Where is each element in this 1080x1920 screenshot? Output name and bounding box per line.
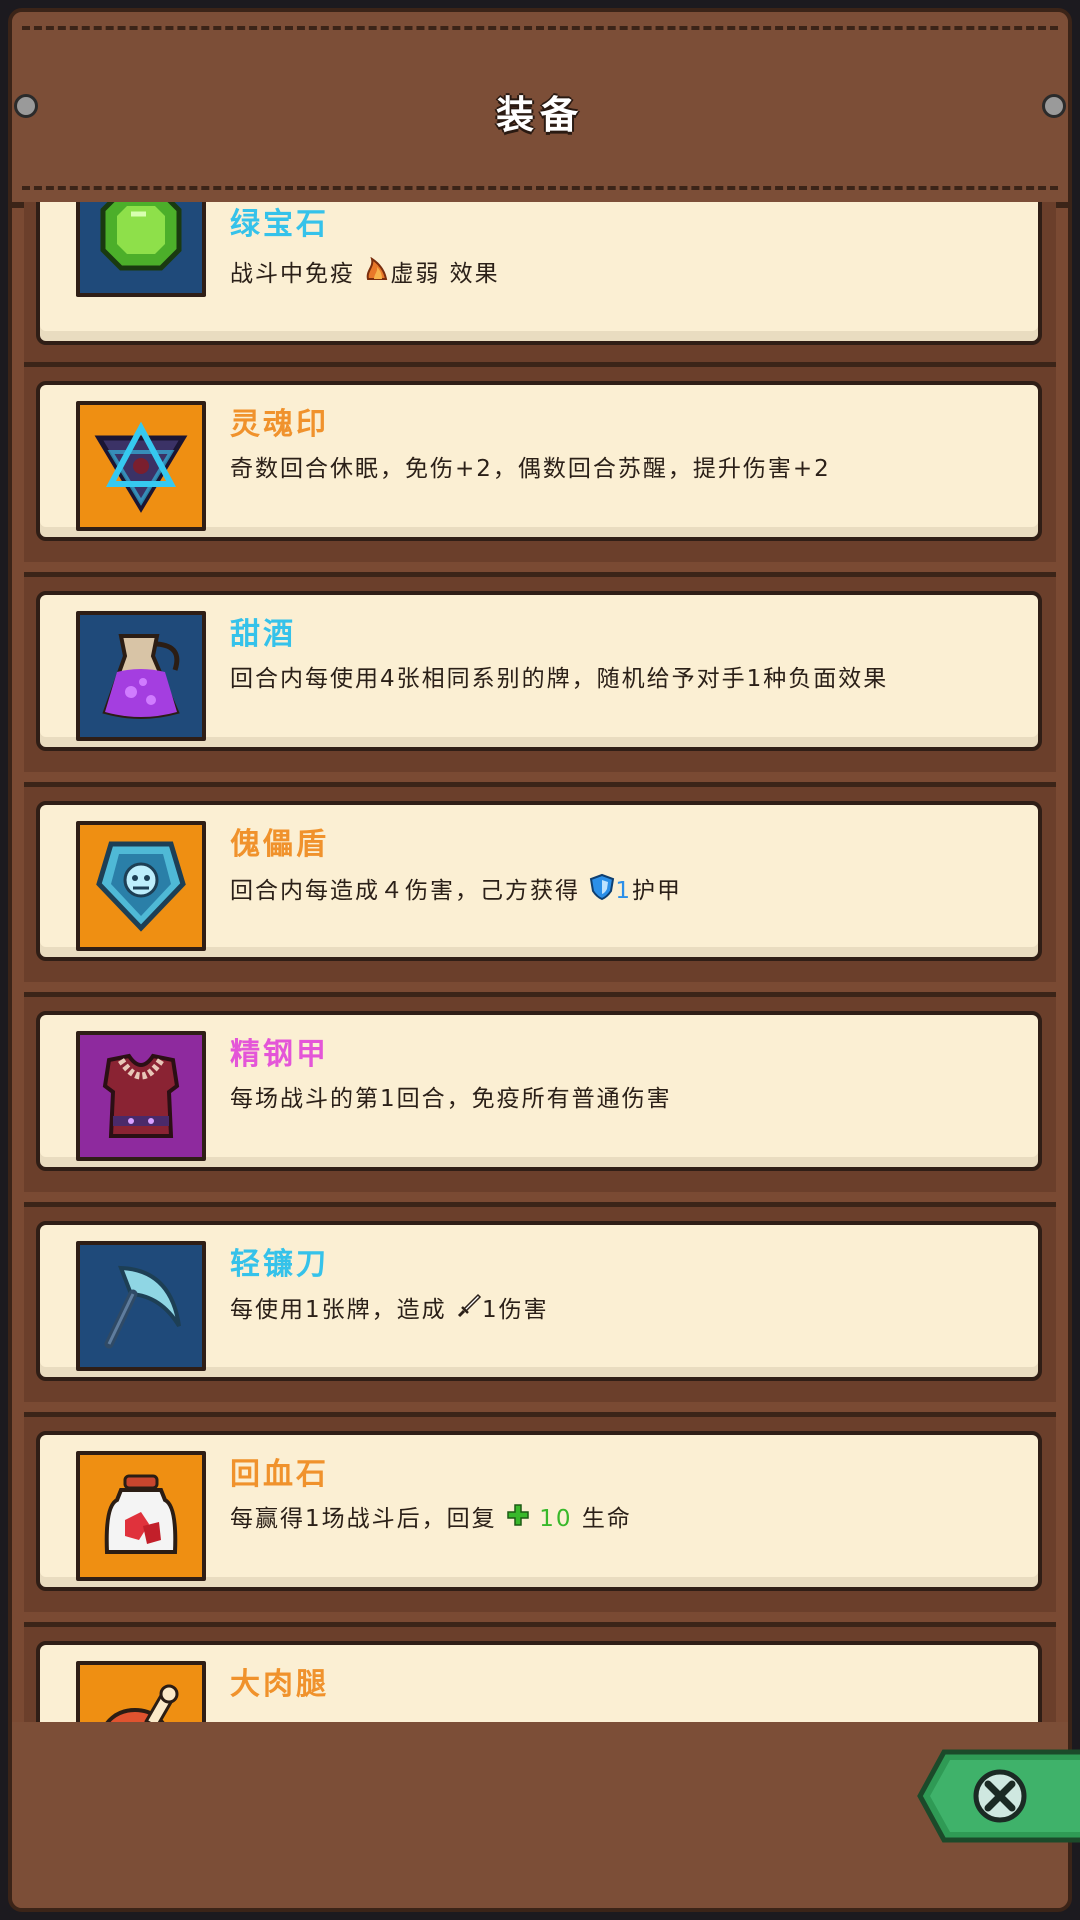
- item-description: 每使用1张牌，造成 1伤害: [230, 1293, 930, 1328]
- item-name: 轻镰刀: [230, 1247, 329, 1282]
- weak-flame-icon: [364, 256, 390, 292]
- sword-damage-icon: [456, 1293, 482, 1328]
- list-item[interactable]: 回血石 每赢得1场战斗后，回复 10 生命: [24, 1412, 1056, 1612]
- healing-stone-jar-icon: [76, 1451, 206, 1581]
- item-card[interactable]: 傀儡盾 回合内每造成４伤害，己方获得 1护甲: [36, 801, 1042, 961]
- item-description: 回合内每造成４伤害，己方获得 1护甲: [230, 873, 930, 910]
- item-name: 傀儡盾: [230, 827, 329, 862]
- heal-value: 10: [539, 1506, 573, 1532]
- desc-text: 回合内每造成４伤害，己方获得: [230, 878, 580, 904]
- desc-text: 每赢得1场战斗后，回复: [230, 1506, 497, 1532]
- header-board: 装备: [12, 12, 1068, 208]
- equipment-list[interactable]: 绿宝石 战斗中免疫 虚弱 效果 灵魂印 奇数回合休眠，免伤+2，偶数回合苏醒，提…: [12, 202, 1068, 1722]
- item-description: 回合内每使用4张相同系别的牌，随机给予对手1种负面效果: [230, 666, 889, 692]
- close-button[interactable]: [916, 1748, 1080, 1844]
- item-card[interactable]: 轻镰刀 每使用1张牌，造成 1伤害: [36, 1221, 1042, 1381]
- desc-text: 战斗中免疫: [230, 261, 355, 287]
- close-icon: [973, 1769, 1027, 1823]
- item-card[interactable]: 精钢甲 每场战斗的第1回合，免疫所有普通伤害: [36, 1011, 1042, 1171]
- meat-leg-icon: [76, 1661, 206, 1722]
- desc-text: 护甲: [631, 878, 682, 904]
- heal-plus-icon: [506, 1503, 530, 1536]
- desc-text: 效果: [449, 261, 500, 287]
- green-gem-icon: [76, 202, 206, 297]
- desc-text: 1伤害: [481, 1297, 549, 1323]
- item-description: 每赢得1场战斗后，回复 10 生命: [230, 1503, 930, 1536]
- desc-text: 虚弱: [390, 261, 441, 287]
- item-name: 甜酒: [230, 617, 296, 652]
- item-name: 大肉腿: [230, 1667, 329, 1702]
- bottom-board: [12, 1722, 1068, 1908]
- steel-armor-icon: [76, 1031, 206, 1161]
- item-card[interactable]: 回血石 每赢得1场战斗后，回复 10 生命: [36, 1431, 1042, 1591]
- item-card[interactable]: 绿宝石 战斗中免疫 虚弱 效果: [36, 202, 1042, 345]
- item-name: 绿宝石: [230, 207, 329, 242]
- desc-text: 每使用1张牌，造成: [230, 1297, 447, 1323]
- list-item[interactable]: 精钢甲 每场战斗的第1回合，免疫所有普通伤害: [24, 992, 1056, 1192]
- item-description: 每场战斗的第1回合，免疫所有普通伤害: [230, 1086, 672, 1112]
- item-name: 灵魂印: [230, 407, 329, 442]
- item-description: 战斗中免疫 虚弱 效果: [230, 256, 930, 292]
- list-item[interactable]: 大肉腿: [24, 1622, 1056, 1722]
- item-card[interactable]: 灵魂印 奇数回合休眠，免伤+2，偶数回合苏醒，提升伤害+2: [36, 381, 1042, 541]
- item-card[interactable]: 甜酒 回合内每使用4张相同系别的牌，随机给予对手1种负面效果: [36, 591, 1042, 751]
- item-name: 回血石: [230, 1457, 329, 1492]
- list-item[interactable]: 绿宝石 战斗中免疫 虚弱 效果: [24, 202, 1056, 362]
- list-item[interactable]: 甜酒 回合内每使用4张相同系别的牌，随机给予对手1种负面效果: [24, 572, 1056, 772]
- item-card[interactable]: 大肉腿: [36, 1641, 1042, 1722]
- sweet-wine-jug-icon: [76, 611, 206, 741]
- armor-shield-icon: [589, 873, 615, 910]
- desc-text: 生命: [581, 1506, 632, 1532]
- item-description: 奇数回合休眠，免伤+2，偶数回合苏醒，提升伤害+2: [230, 456, 831, 482]
- equipment-panel: 装备 绿宝石 战斗中免疫 虚弱 效果 灵魂印 奇数回合休眠，免伤+2，偶数回合苏…: [8, 8, 1072, 1912]
- page-title: 装备: [495, 93, 584, 137]
- puppet-shield-icon: [76, 821, 206, 951]
- armor-value: 1: [615, 878, 632, 904]
- soul-seal-icon: [76, 401, 206, 531]
- list-item[interactable]: 灵魂印 奇数回合休眠，免伤+2，偶数回合苏醒，提升伤害+2: [24, 362, 1056, 562]
- list-item[interactable]: 轻镰刀 每使用1张牌，造成 1伤害: [24, 1202, 1056, 1402]
- list-item[interactable]: 傀儡盾 回合内每造成４伤害，己方获得 1护甲: [24, 782, 1056, 982]
- light-sickle-icon: [76, 1241, 206, 1371]
- item-name: 精钢甲: [230, 1037, 329, 1072]
